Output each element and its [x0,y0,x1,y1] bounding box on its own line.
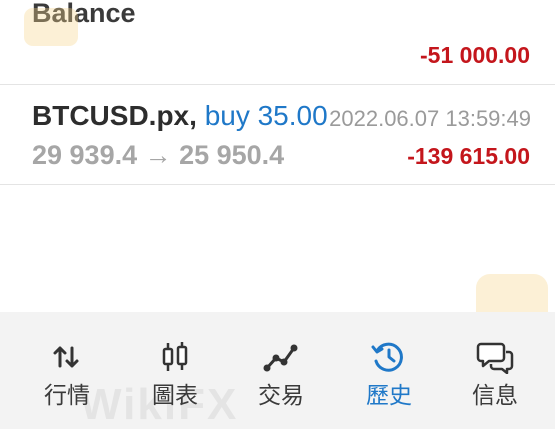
balance-row[interactable]: Balance -51 000.00 [0,0,555,85]
tab-messages[interactable]: 信息 [450,340,540,420]
tab-messages-label: 信息 [472,382,518,408]
bottom-navigation: WikiFX 行情 圖表 交易 歷史 信息 [0,312,555,429]
deal-profit: -139 615.00 [407,143,530,169]
quotes-arrows-icon [53,346,79,368]
tab-trade[interactable]: 交易 [236,340,326,420]
messages-chat-icon [476,342,514,374]
tab-quotes[interactable]: 行情 [22,340,112,420]
deal-type: buy 35.00 [204,100,328,131]
tab-chart-label: 圖表 [152,382,198,408]
deal-symbol: BTCUSD.px, [32,100,197,131]
deal-title: BTCUSD.px, buy 35.00 [32,100,328,132]
deal-time: 2022.06.07 13:59:49 [329,106,531,131]
tab-trade-label: 交易 [258,382,304,408]
balance-amount: -51 000.00 [420,42,530,68]
candlestick-chart-icon [162,342,188,371]
history-screen: Balance -51 000.00 BTCUSD.px, buy 35.00 … [0,0,555,429]
trade-line-icon [263,344,298,372]
deal-prices: 29 939.4 → 25 950.4 [32,140,285,170]
tab-chart[interactable]: 圖表 [130,340,220,420]
tab-history-label: 歷史 [366,382,412,408]
history-clock-icon [371,342,403,372]
tab-quotes-label: 行情 [44,382,90,408]
tab-history[interactable]: 歷史 [344,340,434,420]
deal-row[interactable]: BTCUSD.px, buy 35.00 2022.06.07 13:59:49… [0,86,555,185]
balance-label: Balance [32,0,136,28]
